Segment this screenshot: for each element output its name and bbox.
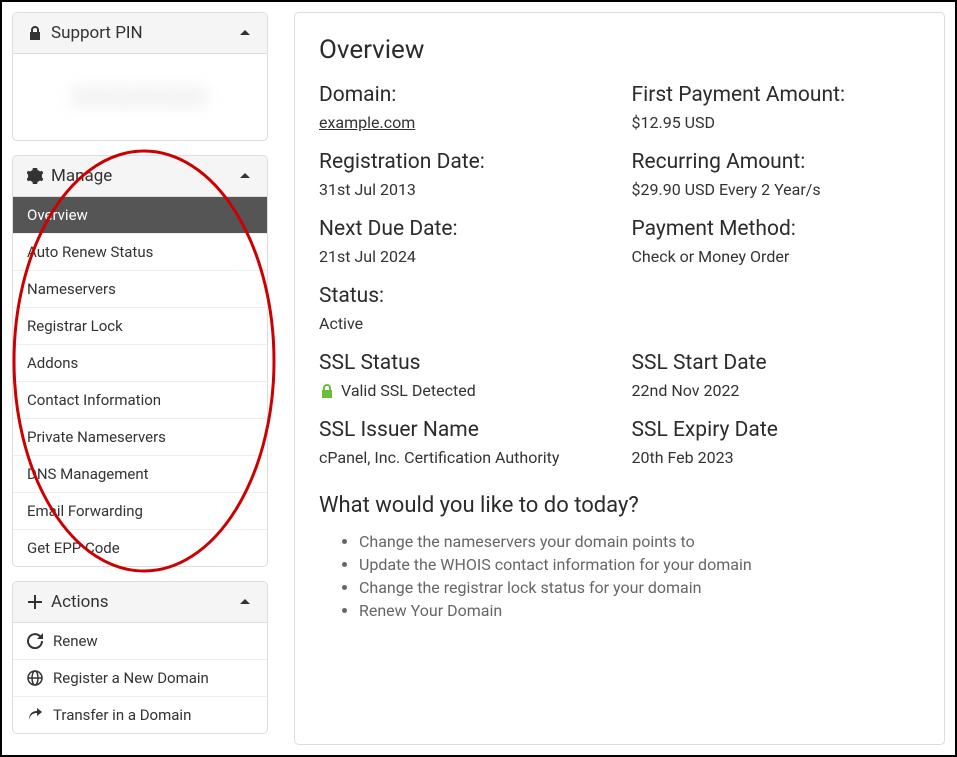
sidebar: Support PIN XXXXXXXX Manage: [12, 12, 268, 745]
ssl-start-block: SSL Start Date 22nd Nov 2022: [632, 351, 921, 400]
support-pin-title: Support PIN: [51, 23, 143, 43]
manage-panel-wrap: Manage OverviewAuto Renew StatusNameserv…: [12, 155, 268, 567]
ssl-start-label: SSL Start Date: [632, 351, 921, 375]
todo-item[interactable]: Change the nameservers your domain point…: [359, 532, 920, 551]
manage-item-email-forwarding[interactable]: Email Forwarding: [13, 493, 267, 530]
status-label: Status:: [319, 284, 920, 308]
domain-label: Domain:: [319, 83, 608, 107]
ssl-issuer-label: SSL Issuer Name: [319, 418, 608, 442]
manage-header[interactable]: Manage: [13, 156, 267, 197]
manage-title: Manage: [51, 166, 112, 186]
manage-menu: OverviewAuto Renew StatusNameserversRegi…: [13, 197, 267, 566]
ssl-status-label: SSL Status: [319, 351, 608, 375]
reg-date-value: 31st Jul 2013: [319, 180, 608, 199]
chevron-up-icon: [237, 25, 253, 41]
todo-item[interactable]: Change the registrar lock status for you…: [359, 578, 920, 597]
todo-list: Change the nameservers your domain point…: [319, 532, 920, 620]
payment-method-value: Check or Money Order: [632, 247, 921, 266]
manage-item-auto-renew-status[interactable]: Auto Renew Status: [13, 234, 267, 271]
reg-date-label: Registration Date:: [319, 150, 608, 174]
todo-item[interactable]: Renew Your Domain: [359, 601, 920, 620]
globe-icon: [27, 670, 43, 686]
main-content: Overview Domain: example.com First Payme…: [294, 12, 945, 745]
manage-item-dns-management[interactable]: DNS Management: [13, 456, 267, 493]
ssl-expiry-label: SSL Expiry Date: [632, 418, 921, 442]
support-pin-header[interactable]: Support PIN: [13, 13, 267, 54]
page-title: Overview: [319, 35, 920, 65]
manage-item-contact-information[interactable]: Contact Information: [13, 382, 267, 419]
manage-item-overview[interactable]: Overview: [13, 197, 267, 234]
padlock-green-icon: [319, 383, 335, 399]
manage-item-addons[interactable]: Addons: [13, 345, 267, 382]
ssl-expiry-block: SSL Expiry Date 20th Feb 2023: [632, 418, 921, 467]
action-item-register-a-new-domain[interactable]: Register a New Domain: [13, 660, 267, 697]
support-pin-value: XXXXXXXX: [72, 83, 208, 111]
status-block: Status: Active: [319, 284, 920, 333]
payment-method-label: Payment Method:: [632, 217, 921, 241]
domain-link[interactable]: example.com: [319, 113, 415, 132]
actions-panel: Actions Renew Register a New Domain Transf…: [12, 581, 268, 734]
status-value: Active: [319, 314, 920, 333]
payment-method-block: Payment Method: Check or Money Order: [632, 217, 921, 266]
first-payment-value: $12.95 USD: [632, 113, 921, 132]
manage-panel: Manage OverviewAuto Renew StatusNameserv…: [12, 155, 268, 567]
ssl-expiry-value: 20th Feb 2023: [632, 448, 921, 467]
due-date-label: Next Due Date:: [319, 217, 608, 241]
action-item-renew[interactable]: Renew: [13, 623, 267, 660]
due-date-block: Next Due Date: 21st Jul 2024: [319, 217, 608, 266]
actions-header[interactable]: Actions: [13, 582, 267, 623]
support-pin-panel: Support PIN XXXXXXXX: [12, 12, 268, 141]
manage-item-nameservers[interactable]: Nameservers: [13, 271, 267, 308]
chevron-up-icon: [237, 594, 253, 610]
support-pin-body: XXXXXXXX: [13, 54, 267, 140]
manage-item-private-nameservers[interactable]: Private Nameservers: [13, 419, 267, 456]
refresh-icon: [27, 633, 43, 649]
ssl-status-value: Valid SSL Detected: [341, 381, 476, 400]
manage-item-get-epp-code[interactable]: Get EPP Code: [13, 530, 267, 566]
gear-icon: [27, 168, 43, 184]
action-item-transfer-in-a-domain[interactable]: Transfer in a Domain: [13, 697, 267, 733]
ssl-issuer-block: SSL Issuer Name cPanel, Inc. Certificati…: [319, 418, 608, 467]
due-date-value: 21st Jul 2024: [319, 247, 608, 266]
recurring-block: Recurring Amount: $29.90 USD Every 2 Yea…: [632, 150, 921, 199]
ssl-issuer-value: cPanel, Inc. Certification Authority: [319, 448, 608, 467]
lock-icon: [27, 25, 43, 41]
recurring-value: $29.90 USD Every 2 Year/s: [632, 180, 921, 199]
first-payment-block: First Payment Amount: $12.95 USD: [632, 83, 921, 132]
ssl-start-value: 22nd Nov 2022: [632, 381, 921, 400]
actions-title: Actions: [51, 592, 109, 612]
info-grid: Domain: example.com First Payment Amount…: [319, 83, 920, 467]
ssl-status-block: SSL Status Valid SSL Detected: [319, 351, 608, 400]
action-item-label: Renew: [53, 632, 98, 650]
actions-menu: Renew Register a New Domain Transfer in a …: [13, 623, 267, 733]
todo-item[interactable]: Update the WHOIS contact information for…: [359, 555, 920, 574]
chevron-up-icon: [237, 168, 253, 184]
action-item-label: Register a New Domain: [53, 669, 209, 687]
first-payment-label: First Payment Amount:: [632, 83, 921, 107]
reg-date-block: Registration Date: 31st Jul 2013: [319, 150, 608, 199]
todo-prompt: What would you like to do today?: [319, 493, 920, 518]
action-item-label: Transfer in a Domain: [53, 706, 191, 724]
recurring-label: Recurring Amount:: [632, 150, 921, 174]
plus-icon: [27, 594, 43, 610]
share-icon: [27, 707, 43, 723]
manage-item-registrar-lock[interactable]: Registrar Lock: [13, 308, 267, 345]
domain-block: Domain: example.com: [319, 83, 608, 132]
